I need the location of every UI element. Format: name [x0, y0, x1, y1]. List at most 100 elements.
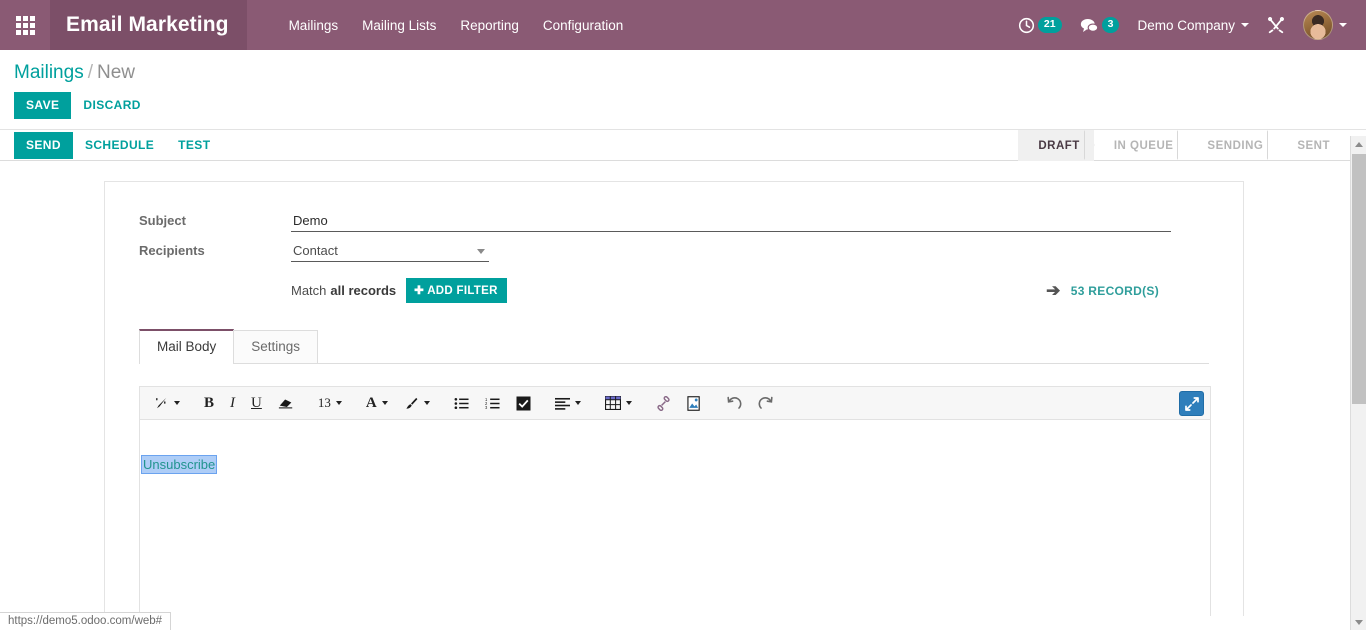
- menu-item-configuration[interactable]: Configuration: [531, 0, 635, 50]
- pipeline-stage-draft[interactable]: DRAFT: [1018, 130, 1095, 161]
- avatar: [1303, 10, 1333, 40]
- user-menu-button[interactable]: [1294, 0, 1356, 50]
- form-content-area: Subject Recipients Contact Mailing List …: [0, 164, 1350, 616]
- messages-count-badge: 3: [1101, 17, 1120, 33]
- image-icon: [687, 395, 702, 411]
- company-switcher-button[interactable]: Demo Company: [1128, 0, 1258, 50]
- pipeline-stage-sending[interactable]: SENDING: [1187, 130, 1279, 161]
- chat-bubble-icon: [1080, 17, 1099, 34]
- arrow-right-icon: ➔: [1046, 281, 1061, 300]
- pipeline-statusbar: DRAFT IN QUEUE SENDING SENT: [1018, 130, 1344, 161]
- pipeline-stage-in-queue[interactable]: IN QUEUE: [1094, 130, 1189, 161]
- unordered-list-button[interactable]: [448, 391, 475, 415]
- expand-icon: [1184, 396, 1199, 411]
- records-count-link[interactable]: ➔ 53 RECORD(S): [1046, 282, 1159, 299]
- scroll-down-button[interactable]: [1351, 614, 1366, 630]
- add-filter-label: ADD FILTER: [427, 285, 498, 297]
- italic-button[interactable]: I: [224, 391, 241, 415]
- ordered-list-button[interactable]: 1 2 3: [479, 391, 506, 415]
- discard-button[interactable]: DISCARD: [71, 92, 152, 119]
- tab-settings[interactable]: Settings: [233, 330, 319, 363]
- control-panel: Mailings / New SAVE DISCARD SEND SCHEDULE …: [0, 50, 1366, 161]
- save-button[interactable]: SAVE: [14, 92, 72, 119]
- recipients-select[interactable]: Contact Mailing List Lead/Opportunity Ev…: [291, 241, 489, 261]
- eraser-icon: [278, 396, 294, 410]
- paintbrush-icon: [404, 396, 419, 411]
- activities-menu-button[interactable]: 21: [1009, 0, 1071, 50]
- menu-item-reporting[interactable]: Reporting: [448, 0, 531, 50]
- test-button[interactable]: TEST: [166, 132, 222, 159]
- plus-icon: ✚: [414, 285, 425, 297]
- top-navbar: Email Marketing Mailings Mailing Lists R…: [0, 0, 1366, 50]
- table-icon: [604, 396, 621, 410]
- svg-text:3: 3: [485, 405, 488, 410]
- chevron-down-icon: [625, 401, 632, 405]
- scroll-down-icon: [1355, 619, 1363, 625]
- font-size-button[interactable]: 13: [312, 391, 348, 415]
- schedule-button[interactable]: SCHEDULE: [73, 132, 166, 159]
- pipeline-stage-label: IN QUEUE: [1113, 139, 1174, 152]
- unsubscribe-link[interactable]: Unsubscribe: [140, 455, 218, 474]
- match-strong-label: all records: [330, 283, 397, 298]
- redo-button[interactable]: [752, 391, 780, 415]
- font-size-value: 13: [317, 395, 331, 410]
- recipients-select-wrapper: Contact Mailing List Lead/Opportunity Ev…: [291, 241, 489, 262]
- company-name-label: Demo Company: [1137, 17, 1235, 33]
- subject-label: Subject: [139, 213, 186, 228]
- statusbar-row: SEND SCHEDULE TEST DRAFT IN QUEUE SENDIN…: [0, 129, 1366, 161]
- table-button[interactable]: [599, 391, 638, 415]
- text-color-button[interactable]: A: [360, 391, 394, 415]
- add-filter-button[interactable]: ✚ ADD FILTER: [406, 278, 507, 303]
- subject-input[interactable]: [291, 212, 1171, 232]
- pipeline-stage-label: SENT: [1297, 139, 1330, 152]
- stage-divider-icon: [1268, 130, 1279, 160]
- checklist-button[interactable]: [510, 391, 537, 415]
- undo-icon: [726, 396, 742, 411]
- scroll-up-icon: [1355, 141, 1363, 147]
- apps-menu-button[interactable]: [0, 0, 50, 50]
- bold-button[interactable]: B: [198, 391, 220, 415]
- stage-divider-icon: [1178, 130, 1189, 160]
- main-menu: Mailings Mailing Lists Reporting Configu…: [277, 0, 636, 50]
- form-sheet: Subject Recipients Contact Mailing List …: [104, 181, 1244, 616]
- chevron-down-icon: [423, 401, 430, 405]
- stage-divider-icon: [1084, 130, 1095, 160]
- tools-icon: [1267, 16, 1285, 34]
- scrollbar-thumb[interactable]: [1352, 154, 1366, 404]
- breadcrumb-root-link[interactable]: Mailings: [14, 62, 84, 83]
- link-icon: [656, 395, 671, 411]
- background-color-button[interactable]: [398, 391, 436, 415]
- debug-tools-button[interactable]: [1258, 0, 1294, 50]
- tab-mail-body[interactable]: Mail Body: [139, 329, 235, 364]
- field-row-subject: Subject: [139, 212, 1209, 232]
- bullet-list-icon: [454, 397, 469, 410]
- style-picker-button[interactable]: [148, 391, 186, 415]
- checkbox-icon: [516, 396, 531, 411]
- underline-button[interactable]: U: [245, 391, 268, 415]
- link-button[interactable]: [650, 391, 677, 415]
- chevron-down-icon: [381, 401, 388, 405]
- scroll-up-button[interactable]: [1351, 136, 1366, 152]
- image-button[interactable]: [681, 391, 708, 415]
- align-button[interactable]: [549, 391, 587, 415]
- menu-item-mailing-lists[interactable]: Mailing Lists: [350, 0, 448, 50]
- menu-item-mailings[interactable]: Mailings: [277, 0, 351, 50]
- editor-body[interactable]: Unsubscribe: [140, 420, 1210, 616]
- vertical-scrollbar[interactable]: [1350, 136, 1366, 630]
- breadcrumb-current: New: [96, 62, 135, 83]
- remove-format-button[interactable]: [272, 391, 300, 415]
- expand-editor-button[interactable]: [1179, 391, 1204, 416]
- pipeline-stage-label: DRAFT: [1038, 139, 1080, 152]
- apps-grid-icon: [15, 15, 35, 35]
- messages-menu-button[interactable]: 3: [1071, 0, 1129, 50]
- chevron-down-icon: [1339, 23, 1347, 27]
- activities-count-badge: 21: [1037, 17, 1062, 33]
- pipeline-stage-label: SENDING: [1207, 139, 1264, 152]
- numbered-list-icon: 1 2 3: [485, 397, 500, 410]
- undo-button[interactable]: [720, 391, 748, 415]
- magic-wand-icon: [154, 396, 169, 411]
- chevron-down-icon: [174, 401, 180, 405]
- send-button[interactable]: SEND: [14, 131, 73, 159]
- app-brand-title[interactable]: Email Marketing: [50, 0, 247, 50]
- pipeline-stage-sent[interactable]: SENT: [1277, 130, 1344, 161]
